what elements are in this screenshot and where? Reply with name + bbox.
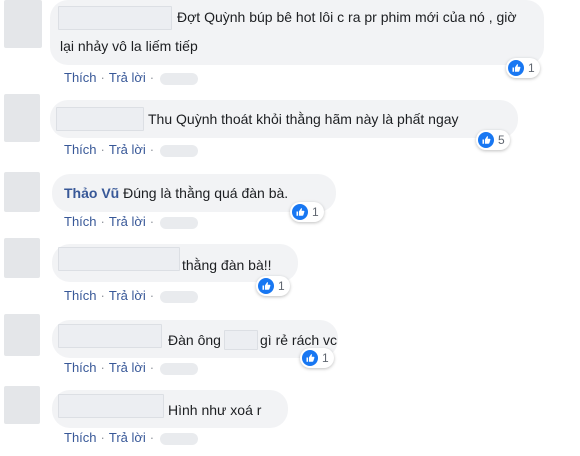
avatar[interactable] xyxy=(4,94,40,142)
comment-actions: Thích · Trả lời · xyxy=(64,70,199,85)
reaction-count[interactable]: 1 xyxy=(300,348,334,368)
reaction-number: 1 xyxy=(312,205,319,219)
redacted-name xyxy=(58,6,172,30)
comment-text-line: thằng đàn bà!! xyxy=(182,257,272,273)
like-link[interactable]: Thích xyxy=(64,70,97,85)
redacted-timestamp xyxy=(160,362,199,375)
reply-link[interactable]: Trả lời xyxy=(109,70,146,85)
redacted-timestamp xyxy=(160,432,199,445)
avatar[interactable] xyxy=(4,0,42,48)
like-thumb-icon xyxy=(302,350,318,366)
reply-link[interactable]: Trả lời xyxy=(109,142,146,157)
redacted-timestamp xyxy=(160,290,199,303)
comment-bubble: Đàn ông gì rẻ rách vc xyxy=(52,320,338,358)
reply-link[interactable]: Trả lời xyxy=(109,430,146,445)
separator: · xyxy=(149,360,155,375)
like-thumb-icon xyxy=(508,60,524,76)
like-link[interactable]: Thích xyxy=(64,214,97,229)
reaction-count[interactable]: 1 xyxy=(290,202,324,222)
comment-bubble: Hình như xoá r xyxy=(52,390,288,428)
reply-link[interactable]: Trả lời xyxy=(109,360,146,375)
separator: · xyxy=(149,288,155,303)
reply-link[interactable]: Trả lời xyxy=(109,288,146,303)
comment-text-line: Thảo Vũ Đúng là thằng quá đàn bà. xyxy=(64,184,288,203)
reaction-count[interactable]: 1 xyxy=(506,58,540,78)
separator: · xyxy=(100,360,105,375)
redacted-timestamp xyxy=(160,216,199,229)
reaction-number: 1 xyxy=(528,61,535,75)
redacted-word xyxy=(224,330,258,350)
like-link[interactable]: Thích xyxy=(64,142,97,157)
like-link[interactable]: Thích xyxy=(64,430,97,445)
comment-actions: Thích · Trả lời · xyxy=(64,142,199,157)
comment-bubble: Thu Quỳnh thoát khỏi thằng hãm này là ph… xyxy=(50,100,518,138)
comment-text-line: Đợt Quỳnh búp bê hot lôi c ra pr phim mớ… xyxy=(177,9,517,25)
redacted-name xyxy=(58,247,180,271)
separator: · xyxy=(149,214,155,229)
like-thumb-icon xyxy=(258,278,274,294)
comment-actions: Thích · Trả lời · xyxy=(64,430,199,445)
comment-text: Đúng là thằng quá đàn bà. xyxy=(123,185,289,201)
like-thumb-icon xyxy=(292,204,308,220)
separator: · xyxy=(100,70,105,85)
separator: · xyxy=(100,430,105,445)
like-link[interactable]: Thích xyxy=(64,360,97,375)
reaction-count[interactable]: 5 xyxy=(476,130,510,150)
separator: · xyxy=(149,430,155,445)
redacted-timestamp xyxy=(160,144,199,157)
redacted-name xyxy=(56,107,144,131)
separator: · xyxy=(100,214,105,229)
comment-text-line: Thu Quỳnh thoát khỏi thằng hãm này là ph… xyxy=(148,111,459,127)
reaction-number: 1 xyxy=(278,279,285,293)
comment-text-line: Đàn ông xyxy=(168,332,221,348)
reaction-count[interactable]: 1 xyxy=(256,276,290,296)
separator: · xyxy=(149,142,155,157)
separator: · xyxy=(100,142,105,157)
comment-author[interactable]: Thảo Vũ xyxy=(64,185,119,201)
comment-text-line: Hình như xoá r xyxy=(168,402,262,418)
redacted-name xyxy=(58,324,162,348)
redacted-name xyxy=(58,394,164,418)
avatar[interactable] xyxy=(4,314,40,356)
avatar[interactable] xyxy=(4,386,40,424)
comment-bubble: Đợt Quỳnh búp bê hot lôi c ra pr phim mớ… xyxy=(50,0,544,65)
like-thumb-icon xyxy=(478,132,494,148)
reaction-number: 1 xyxy=(322,351,329,365)
reaction-number: 5 xyxy=(498,133,505,147)
avatar[interactable] xyxy=(4,238,40,278)
reply-link[interactable]: Trả lời xyxy=(109,214,146,229)
separator: · xyxy=(149,70,155,85)
comment-text-line: lại nhảy vô la liếm tiếp xyxy=(60,38,198,54)
separator: · xyxy=(100,288,105,303)
like-link[interactable]: Thích xyxy=(64,288,97,303)
comment-actions: Thích · Trả lời · xyxy=(64,288,199,303)
redacted-timestamp xyxy=(160,72,199,85)
avatar[interactable] xyxy=(4,172,40,212)
comment-actions: Thích · Trả lời · xyxy=(64,214,199,229)
comment-actions: Thích · Trả lời · xyxy=(64,360,199,375)
